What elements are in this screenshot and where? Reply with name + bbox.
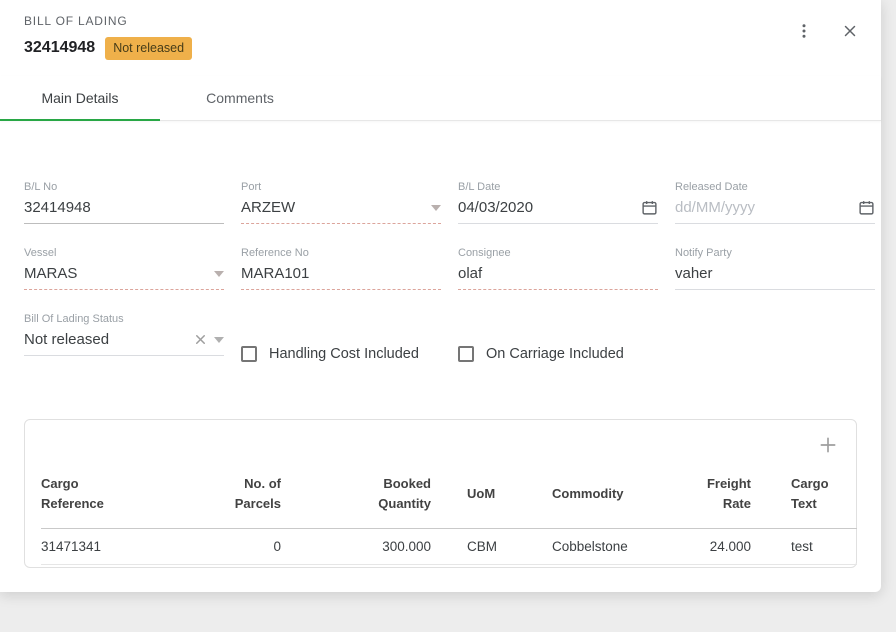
consignee-value[interactable]: olaf: [458, 265, 658, 282]
document-number: 32414948: [24, 39, 95, 57]
cell-uom[interactable]: CBM: [431, 528, 531, 564]
released-date-label: Released Date: [675, 181, 875, 193]
field-bol-status[interactable]: Bill Of Lading Status Not released: [24, 313, 224, 356]
bl-no-label: B/L No: [24, 181, 224, 193]
handling-cost-label: Handling Cost Included: [269, 346, 419, 362]
tab-label: Main Details: [41, 90, 118, 106]
add-icon: [818, 435, 838, 455]
dialog-header: BILL OF LADING 32414948 Not released: [0, 0, 881, 60]
field-bl-date[interactable]: B/L Date 04/03/2020: [458, 181, 658, 224]
on-carriage-checkbox[interactable]: On Carriage Included: [458, 346, 624, 362]
add-cargo-button[interactable]: [816, 433, 840, 457]
tab-comments[interactable]: Comments: [160, 76, 320, 120]
port-value[interactable]: ARZEW: [241, 199, 425, 216]
bl-no-value[interactable]: 32414948: [24, 199, 224, 216]
dialog-eyebrow: BILL OF LADING: [24, 14, 857, 28]
field-reference-no[interactable]: Reference No MARA101: [241, 247, 441, 290]
cargo-table: Cargo Reference No. of Parcels Booked Qu…: [41, 460, 857, 565]
close-button[interactable]: [839, 20, 861, 42]
checkbox-box-icon[interactable]: [458, 346, 474, 362]
bill-of-lading-dialog: BILL OF LADING 32414948 Not released Mai…: [0, 0, 881, 592]
col-booked-quantity: Booked Quantity: [281, 460, 431, 529]
cargo-table-header-row: Cargo Reference No. of Parcels Booked Qu…: [41, 460, 857, 529]
field-bl-no[interactable]: B/L No 32414948: [24, 181, 224, 224]
bl-date-value[interactable]: 04/03/2020: [458, 199, 635, 216]
released-date-placeholder[interactable]: dd/MM/yyyy: [675, 199, 852, 216]
chevron-down-icon[interactable]: [431, 205, 441, 211]
calendar-icon[interactable]: [858, 199, 875, 216]
vessel-label: Vessel: [24, 247, 224, 259]
checkbox-box-icon[interactable]: [241, 346, 257, 362]
col-uom: UoM: [431, 460, 531, 529]
handling-cost-checkbox[interactable]: Handling Cost Included: [241, 346, 419, 362]
kebab-menu-icon: [795, 22, 813, 40]
on-carriage-cell: On Carriage Included: [458, 313, 658, 379]
field-notify-party[interactable]: Notify Party vaher: [675, 247, 875, 290]
notify-party-value[interactable]: vaher: [675, 265, 875, 282]
cell-cargo-reference[interactable]: 31471341: [41, 528, 201, 564]
vessel-value[interactable]: MARAS: [24, 265, 208, 282]
chevron-down-icon[interactable]: [214, 337, 224, 343]
consignee-label: Consignee: [458, 247, 658, 259]
on-carriage-label: On Carriage Included: [486, 346, 624, 362]
col-no-of-parcels: No. of Parcels: [201, 460, 281, 529]
field-released-date[interactable]: Released Date dd/MM/yyyy: [675, 181, 875, 224]
cell-booked-quantity[interactable]: 300.000: [281, 528, 431, 564]
cargo-table-row[interactable]: 31471341 0 300.000 CBM Cobbelstone 24.00…: [41, 528, 857, 564]
tab-main-details[interactable]: Main Details: [0, 76, 160, 120]
tab-label: Comments: [206, 90, 274, 106]
port-label: Port: [241, 181, 441, 193]
calendar-icon[interactable]: [641, 199, 658, 216]
bol-status-label: Bill Of Lading Status: [24, 313, 224, 325]
kebab-menu-button[interactable]: [793, 20, 815, 42]
status-badge: Not released: [105, 37, 192, 60]
cell-freight-rate[interactable]: 24.000: [671, 528, 751, 564]
field-consignee[interactable]: Consignee olaf: [458, 247, 658, 290]
cargo-card: Cargo Reference No. of Parcels Booked Qu…: [24, 419, 857, 568]
handling-cost-cell: Handling Cost Included: [241, 313, 441, 379]
cell-no-of-parcels[interactable]: 0: [201, 528, 281, 564]
reference-no-value[interactable]: MARA101: [241, 265, 441, 282]
bl-date-label: B/L Date: [458, 181, 658, 193]
cell-cargo-text[interactable]: test: [751, 528, 857, 564]
col-commodity: Commodity: [531, 460, 671, 529]
bol-status-value[interactable]: Not released: [24, 331, 187, 348]
notify-party-label: Notify Party: [675, 247, 875, 259]
clear-icon[interactable]: [193, 332, 208, 347]
close-icon: [841, 22, 859, 40]
field-vessel[interactable]: Vessel MARAS: [24, 247, 224, 290]
reference-no-label: Reference No: [241, 247, 441, 259]
col-cargo-text: Cargo Text: [751, 460, 857, 529]
main-details-form: B/L No 32414948 Port ARZEW B/L Date 04/0…: [0, 181, 881, 379]
field-port[interactable]: Port ARZEW: [241, 181, 441, 224]
cell-commodity[interactable]: Cobbelstone: [531, 528, 671, 564]
tab-bar: Main Details Comments: [0, 76, 881, 121]
col-freight-rate: Freight Rate: [671, 460, 751, 529]
col-cargo-reference: Cargo Reference: [41, 460, 201, 529]
chevron-down-icon[interactable]: [214, 271, 224, 277]
